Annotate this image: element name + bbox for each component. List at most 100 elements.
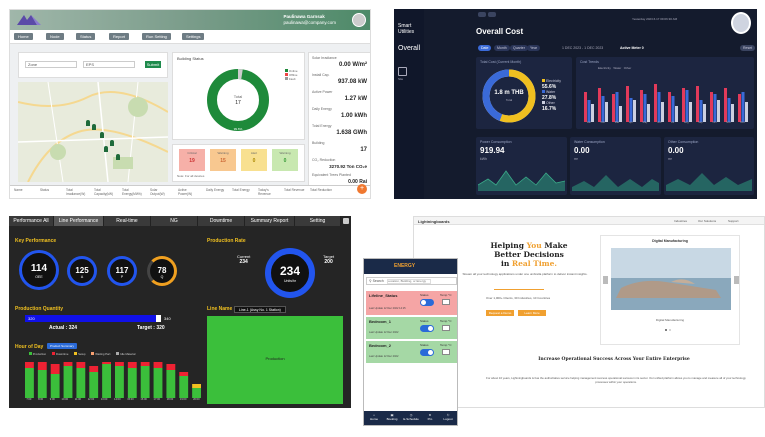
trend-bar — [703, 104, 706, 122]
menu-icon[interactable] — [343, 218, 349, 224]
temp-value[interactable] — [442, 349, 450, 355]
filter-year[interactable]: Year — [527, 45, 541, 51]
carousel-next[interactable] — [734, 276, 739, 284]
map-marker-icon[interactable] — [116, 154, 120, 160]
map-marker-icon[interactable] — [92, 124, 96, 130]
carousel-prev[interactable] — [603, 276, 608, 284]
nav-pro[interactable]: ★ Pro — [422, 413, 438, 421]
status-label: Status — [420, 293, 429, 297]
filter-quarter[interactable]: Quarter — [510, 45, 528, 51]
tab-performance-all[interactable]: Performance All — [9, 216, 54, 226]
nav-e-schedule[interactable]: ◷ E-Schedule — [403, 413, 419, 421]
map-marker-icon[interactable] — [104, 146, 108, 152]
device-row[interactable]: Bedroom_2 Last Update 12 Dec 2022 Status… — [366, 341, 457, 363]
user-info[interactable]: Paulinawa Garnsak paulinawa@company.com — [283, 14, 336, 25]
add-fab-button[interactable]: + — [357, 184, 367, 194]
tab-line-performance[interactable]: Line Performance — [54, 216, 104, 226]
total-cost-card: Total Cost (Current Month) 1.8 m THB Tot… — [476, 57, 572, 129]
tab-setting[interactable]: Setting — [295, 216, 341, 226]
request-demo-button[interactable]: Request a Demo — [486, 310, 514, 316]
filter-date[interactable]: Date — [478, 45, 492, 51]
hod-bar-segment — [140, 366, 150, 398]
product-summary-button[interactable]: Product Summary — [47, 343, 78, 349]
status-toggle[interactable] — [420, 349, 434, 356]
nav-run-setting[interactable]: Run Setting — [142, 33, 171, 40]
avatar[interactable] — [731, 12, 751, 34]
line-name-select[interactable]: Line-1 (Assy No. 1 Station) — [234, 306, 286, 313]
tile-warning[interactable]: Warning 15 — [210, 149, 236, 171]
column-header[interactable]: Status — [40, 188, 49, 192]
temp-value[interactable] — [442, 325, 450, 331]
trend-bar — [633, 100, 636, 122]
tile-critical[interactable]: Critical 19 — [179, 149, 205, 171]
reset-button[interactable]: Reset — [740, 45, 756, 51]
status-toggle[interactable] — [420, 299, 434, 306]
trend-bar — [598, 88, 601, 122]
site-brand[interactable]: Lightningboards — [418, 219, 450, 224]
filter-month[interactable]: Month — [494, 45, 510, 51]
nav-support[interactable]: Support — [728, 219, 739, 223]
site-map[interactable] — [18, 82, 168, 182]
map-marker-icon[interactable] — [110, 140, 114, 146]
nav-node[interactable]: Node — [46, 33, 64, 40]
map-marker-icon[interactable] — [100, 132, 104, 138]
zone-select[interactable]: Zone — [25, 61, 77, 68]
temp-value[interactable] — [442, 299, 450, 305]
trend-bar — [682, 88, 685, 122]
divider — [494, 289, 544, 290]
map-marker-icon[interactable] — [86, 120, 90, 126]
column-header[interactable]: Name — [14, 188, 23, 192]
nav-industries[interactable]: Industries — [674, 219, 687, 223]
carousel-dots[interactable] — [665, 329, 677, 331]
column-header[interactable]: Total Irradiance(W) — [66, 188, 88, 196]
section-title: Increase Operational Success Across Your… — [538, 357, 690, 362]
column-header[interactable]: Active Power(W) — [178, 188, 200, 196]
next-button[interactable] — [488, 12, 496, 17]
search-bar[interactable]: ⚲ Search — [366, 277, 457, 285]
nav-home[interactable]: Home — [14, 33, 33, 40]
submit-button[interactable]: Submit — [145, 61, 161, 68]
nav-home[interactable]: ⌂ Home — [366, 413, 382, 421]
nav-settings[interactable]: Settings — [182, 33, 205, 40]
column-header[interactable]: Daily Energy — [206, 188, 228, 192]
filter-date-range[interactable]: 1 DEC 2023 - 1 DEC 2023 — [562, 46, 603, 50]
search-input[interactable] — [386, 278, 431, 284]
pq-bar-end: 340 — [164, 316, 171, 321]
nav-logout[interactable]: ⎋ Logout — [440, 413, 456, 421]
user-avatar[interactable] — [352, 13, 366, 27]
tab-real-time[interactable]: Real-time — [104, 216, 151, 226]
slide-title: Digital Manufacturing — [652, 239, 688, 243]
tile-alert[interactable]: Alert 0 — [241, 149, 267, 171]
status-toggle[interactable] — [420, 325, 434, 332]
nav-status[interactable]: Status — [76, 33, 96, 40]
site-icon[interactable] — [398, 67, 407, 76]
column-header[interactable]: Total Reduction — [310, 188, 332, 192]
filter-meter[interactable]: Active Meter 0 — [620, 46, 644, 50]
month-tick: Jun — [657, 121, 662, 124]
column-header[interactable]: Total Capacity(kW) — [94, 188, 116, 196]
learn-more-button[interactable]: Learn More — [518, 310, 546, 316]
sidebar-item-site[interactable]: Site — [398, 77, 403, 81]
kpi-value: 0.00 W/m² — [338, 62, 367, 68]
nav-solutions[interactable]: Our Solutions — [698, 219, 716, 223]
other-sparkline — [666, 173, 752, 191]
hod-bar-segment — [115, 366, 124, 398]
tab-downtime[interactable]: Downtime — [198, 216, 245, 226]
column-header[interactable]: Total Energy — [232, 188, 254, 192]
tab-summary-report[interactable]: Summary Report — [245, 216, 295, 226]
sidebar-title[interactable]: Overall — [398, 45, 420, 52]
column-header[interactable]: Total Revenue — [284, 188, 306, 192]
kpi-value: 1.27 kW — [344, 96, 367, 102]
nav-report[interactable]: Report — [109, 33, 130, 40]
hod-bar-segment — [63, 366, 73, 398]
tab-ng[interactable]: NG — [151, 216, 198, 226]
prev-button[interactable] — [478, 12, 486, 17]
column-header[interactable]: Today's Revenue — [258, 188, 280, 196]
device-row[interactable]: Lifeline_Status Last Update 12 Dec 2022 … — [366, 291, 457, 315]
device-row[interactable]: Bedroom_1 Last Update 12 Dec 2022 Status… — [366, 317, 457, 339]
nav-booking[interactable]: ▣ Booking — [384, 413, 400, 421]
column-header[interactable]: Solar Output(W) — [150, 188, 172, 196]
tile-warning-2[interactable]: Warning 0 — [272, 149, 298, 171]
type-select[interactable]: EPS — [83, 61, 135, 68]
column-header[interactable]: Total Energy(MWh) — [122, 188, 144, 196]
